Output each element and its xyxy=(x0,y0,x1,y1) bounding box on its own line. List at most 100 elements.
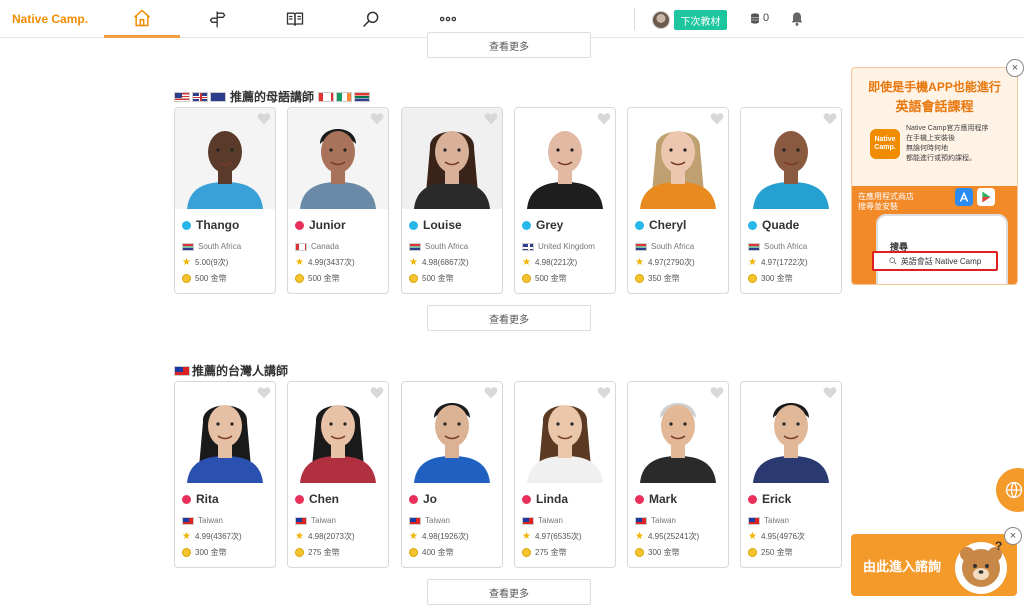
country-name: Taiwan xyxy=(651,516,676,525)
status-dot xyxy=(635,494,644,504)
favorite-heart-icon[interactable] xyxy=(710,112,724,125)
native-section-title: 推薦的母語講師 xyxy=(230,90,315,104)
teacher-coin-cost: 275 金幣 xyxy=(522,547,567,558)
favorite-heart-icon[interactable] xyxy=(823,112,837,125)
teacher-name: Chen xyxy=(309,492,339,506)
favorite-heart-icon[interactable] xyxy=(257,386,271,399)
teacher-name-row: Chen xyxy=(295,492,339,506)
teacher-coin-cost: 500 金幣 xyxy=(409,273,454,284)
teacher-card[interactable]: Grey United Kingdom ★ 4.98(221次) 500 金幣 xyxy=(514,107,616,294)
favorite-heart-icon[interactable] xyxy=(484,112,498,125)
teacher-name-row: Grey xyxy=(522,218,563,232)
teacher-card[interactable]: Louise South Africa ★ 4.98(6867次) 500 金幣 xyxy=(401,107,503,294)
coin-balance[interactable]: 0 xyxy=(750,12,769,24)
teacher-card[interactable]: Rita Taiwan ★ 4.99(4367次) 300 金幣 xyxy=(174,381,276,568)
native-camp-logo[interactable]: Native Camp. xyxy=(12,12,88,26)
coin-icon xyxy=(182,274,191,283)
teacher-card[interactable]: Mark Taiwan ★ 4.95(25241次) 300 金幣 xyxy=(627,381,729,568)
close-ad-button[interactable]: × xyxy=(1006,59,1024,77)
teacher-name-row: Thango xyxy=(182,218,239,232)
uk-flag-icon xyxy=(192,91,208,102)
star-icon: ★ xyxy=(522,530,531,542)
header-divider xyxy=(634,8,635,30)
coin-cost-value: 500 金幣 xyxy=(422,274,454,283)
side-floating-button[interactable] xyxy=(996,468,1024,512)
teacher-coin-cost: 350 金幣 xyxy=(635,273,680,284)
ad-search-box: 英語會話 Native Camp xyxy=(872,251,998,271)
consultation-widget[interactable]: 由此進入諮詢 ? xyxy=(851,534,1017,596)
app-store-icon xyxy=(955,188,973,206)
teacher-name-row: Quade xyxy=(748,218,799,232)
app-promo-banner[interactable]: 即使是手機APP也能進行 英語會話課程 Native Camp. Native … xyxy=(851,67,1018,285)
coin-cost-value: 400 金幣 xyxy=(422,548,454,557)
rating-value: 4.97(6535次) xyxy=(534,532,582,541)
teacher-card[interactable]: Quade South Africa ★ 4.97(1722次) 300 金幣 xyxy=(740,107,842,294)
favorite-heart-icon[interactable] xyxy=(597,386,611,399)
book-icon xyxy=(286,12,304,26)
teacher-card[interactable]: Jo Taiwan ★ 4.98(1926次) 400 金幣 xyxy=(401,381,503,568)
teacher-name: Mark xyxy=(649,492,678,506)
teacher-card[interactable]: Junior Canada ★ 4.99(3437次) 500 金幣 xyxy=(287,107,389,294)
star-icon: ★ xyxy=(182,256,191,268)
rating-value: 4.98(6867次) xyxy=(421,258,469,267)
ad-description: Native Camp官方應用程序 在手機上安裝後 無論何時何地 都能進行或預約課程。 xyxy=(906,125,989,162)
coin-icon xyxy=(635,548,644,557)
teacher-name-row: Cheryl xyxy=(635,218,686,232)
favorite-heart-icon[interactable] xyxy=(370,386,384,399)
rating-value: 4.99(4367次) xyxy=(194,532,242,541)
bell-icon[interactable] xyxy=(789,11,805,27)
teacher-country: Taiwan xyxy=(295,516,336,525)
country-name: South Africa xyxy=(198,242,242,251)
nav-textbooks[interactable] xyxy=(257,0,333,38)
coin-icon xyxy=(522,274,531,283)
more-icon xyxy=(439,16,457,22)
rating-value: 4.95(4976次 xyxy=(760,532,805,541)
star-icon: ★ xyxy=(748,530,757,542)
country-name: United Kingdom xyxy=(538,242,595,251)
favorite-heart-icon[interactable] xyxy=(257,112,271,125)
teacher-card[interactable]: Thango South Africa ★ 5.00(9次) 500 金幣 xyxy=(174,107,276,294)
favorite-heart-icon[interactable] xyxy=(484,386,498,399)
country-flag-icon xyxy=(409,242,421,251)
teacher-card[interactable]: Erick Taiwan ★ 4.95(4976次 250 金幣 xyxy=(740,381,842,568)
next-lesson-button[interactable]: 下次教材 xyxy=(674,10,727,30)
nav-search[interactable] xyxy=(333,0,409,38)
status-dot xyxy=(295,220,304,230)
teacher-rating: ★ 4.95(4976次 xyxy=(748,531,805,542)
australia-flag-icon xyxy=(210,91,226,102)
nav-teachers[interactable] xyxy=(180,0,256,38)
teacher-coin-cost: 250 金幣 xyxy=(748,547,793,558)
close-consultation-button[interactable]: × xyxy=(1004,527,1022,545)
teacher-card[interactable]: Cheryl South Africa ★ 4.97(2790次) 350 金幣 xyxy=(627,107,729,294)
coin-icon xyxy=(635,274,644,283)
country-flag-icon xyxy=(748,242,760,251)
country-name: Taiwan xyxy=(425,516,450,525)
rating-value: 4.97(2790次) xyxy=(647,258,695,267)
teacher-card[interactable]: Linda Taiwan ★ 4.97(6535次) 275 金幣 xyxy=(514,381,616,568)
nav-home[interactable] xyxy=(104,0,180,38)
coin-cost-value: 500 金幣 xyxy=(308,274,340,283)
status-dot xyxy=(409,220,418,230)
view-more-taiwan-button[interactable]: 查看更多 xyxy=(427,579,591,605)
favorite-heart-icon[interactable] xyxy=(710,386,724,399)
globe-icon xyxy=(1005,481,1023,499)
teacher-card[interactable]: Chen Taiwan ★ 4.98(2073次) 275 金幣 xyxy=(287,381,389,568)
favorite-heart-icon[interactable] xyxy=(597,112,611,125)
teacher-rating: ★ 4.98(1926次) xyxy=(409,531,469,542)
teacher-coin-cost: 275 金幣 xyxy=(295,547,340,558)
teacher-country: South Africa xyxy=(182,242,241,251)
country-flag-icon xyxy=(635,516,647,525)
teacher-country: South Africa xyxy=(409,242,468,251)
coin-icon xyxy=(748,274,757,283)
home-icon xyxy=(134,8,150,26)
country-name: South Africa xyxy=(425,242,469,251)
view-more-button-top[interactable]: 查看更多 xyxy=(427,32,591,58)
favorite-heart-icon[interactable] xyxy=(823,386,837,399)
favorite-heart-icon[interactable] xyxy=(370,112,384,125)
country-flag-icon xyxy=(295,242,307,251)
teacher-country: South Africa xyxy=(748,242,807,251)
view-more-native-button[interactable]: 查看更多 xyxy=(427,305,591,331)
canada-flag-icon xyxy=(318,91,335,102)
user-avatar[interactable] xyxy=(652,11,670,29)
country-name: Canada xyxy=(311,242,340,251)
